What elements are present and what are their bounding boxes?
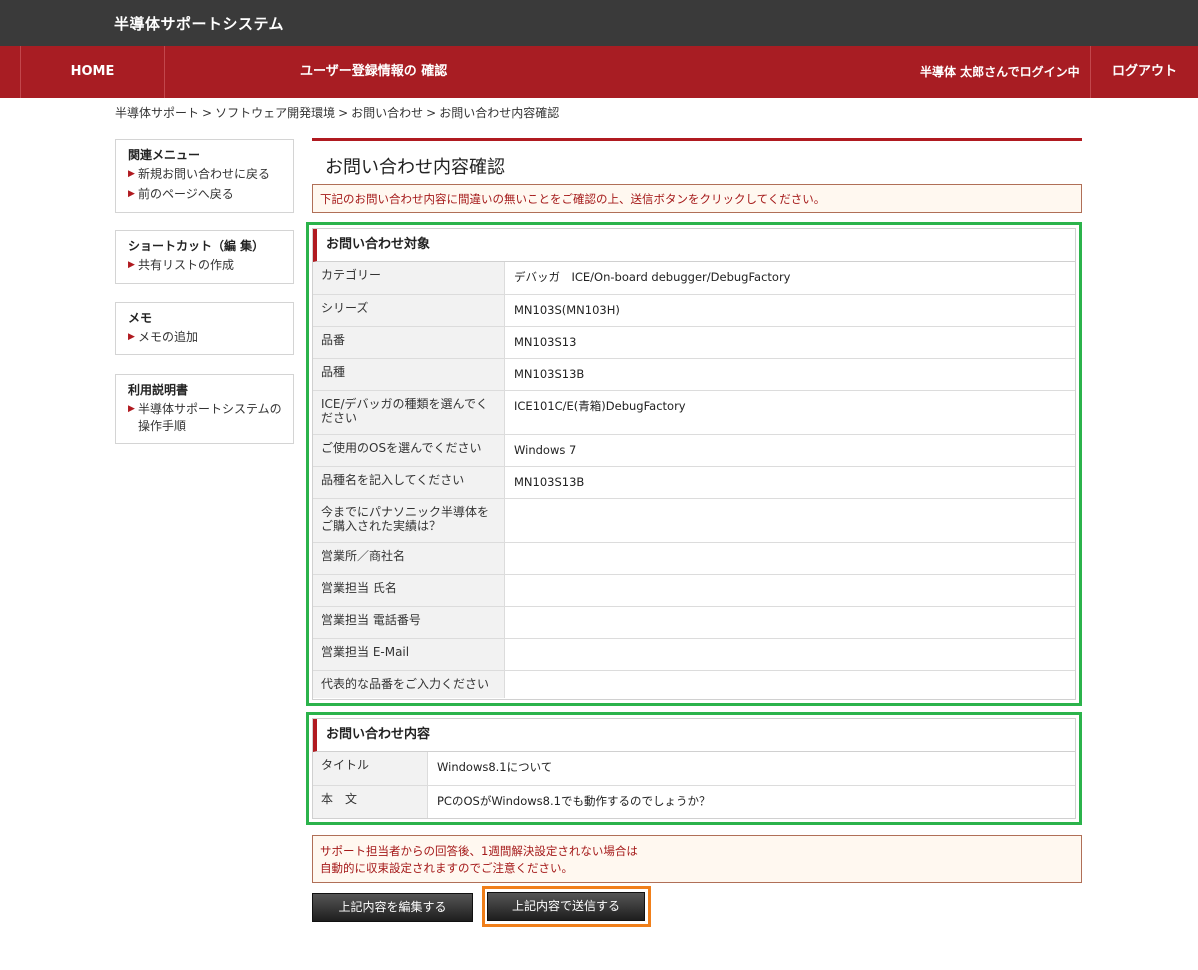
sidebar-related-menu: 関連メニュー ▶ 新規お問い合わせに戻る ▶ 前のページへ戻る xyxy=(115,139,294,213)
inquiry-target-section: お問い合わせ対象 カテゴリー デバッガ ICE/On-board debugge… xyxy=(312,228,1076,700)
operation-manual-link[interactable]: ▶ 半導体サポートシステムの操作手順 xyxy=(128,401,283,435)
row-label: 本 文 xyxy=(313,786,428,818)
row-value xyxy=(505,499,523,542)
table-row: 営業担当 E-Mail xyxy=(313,638,1075,670)
manual-title: 利用説明書 xyxy=(128,383,189,397)
row-label: ご使用のOSを選んでください xyxy=(313,435,505,466)
breadcrumb: 半導体サポート > ソフトウェア開発環境 > お問い合わせ > お問い合わせ内容確認 xyxy=(115,104,559,121)
table-row: 本 文 PCのOSがWindows8.1でも動作するのでしょうか？ xyxy=(313,785,1075,818)
memo-title: メモ xyxy=(128,311,153,325)
add-memo-link[interactable]: ▶ メモの追加 xyxy=(128,329,283,346)
logout-link[interactable]: ログアウト xyxy=(1090,46,1198,98)
back-to-new-inquiry-link[interactable]: ▶ 新規お問い合わせに戻る xyxy=(128,166,283,183)
row-value: MN103S13B xyxy=(514,475,585,489)
table-row: 営業所／商社名 xyxy=(313,542,1075,574)
login-status: 半導体 太郎さんでログイン中 xyxy=(920,65,1080,79)
table-row: 品種名を記入してください MN103S13B xyxy=(313,466,1075,498)
inquiry-content-section: お問い合わせ内容 タイトル Windows8.1について 本 文 PCのOSがW… xyxy=(312,718,1076,819)
row-label: 営業担当 電話番号 xyxy=(313,607,505,638)
confirm-notice: 下記のお問い合わせ内容に間違いの無いことをご確認の上、送信ボタンをクリックしてく… xyxy=(312,184,1082,213)
table-row: 代表的な品番をご入力ください xyxy=(313,670,1075,698)
breadcrumb-separator: > xyxy=(338,106,349,120)
row-value xyxy=(505,607,523,638)
inquiry-target-heading: お問い合わせ対象 xyxy=(313,229,1075,262)
auto-close-notice: サポート担当者からの回答後、1週間解決設定されない場合は 自動的に収束設定されま… xyxy=(312,835,1082,883)
table-row: 品種 MN103S13B xyxy=(313,358,1075,390)
breadcrumb-current: お問い合わせ内容確認 xyxy=(439,106,560,120)
row-label: 品種 xyxy=(313,359,505,390)
row-value: MN103S(MN103H) xyxy=(514,303,620,317)
table-row: シリーズ MN103S(MN103H) xyxy=(313,294,1075,326)
row-label: シリーズ xyxy=(313,295,505,326)
row-value xyxy=(505,543,523,574)
row-label: 営業担当 E-Mail xyxy=(313,639,505,670)
row-value: ICE101C/E(青箱)DebugFactory xyxy=(514,399,686,413)
row-value: PCのOSがWindows8.1でも動作するのでしょうか？ xyxy=(437,794,711,808)
arrow-right-icon: ▶ xyxy=(128,260,135,270)
table-row: 今までにパナソニック半導体をご購入された実績は？ xyxy=(313,498,1075,542)
arrow-right-icon: ▶ xyxy=(128,332,135,342)
inquiry-content-heading: お問い合わせ内容 xyxy=(313,719,1075,752)
arrow-right-icon: ▶ xyxy=(128,404,135,414)
table-row: タイトル Windows8.1について xyxy=(313,752,1075,785)
edit-button[interactable]: 上記内容を編集する xyxy=(312,893,473,922)
page-title: お問い合わせ内容確認 xyxy=(325,157,505,178)
row-value xyxy=(505,671,523,698)
table-row: カテゴリー デバッガ ICE/On-board debugger/DebugFa… xyxy=(313,262,1075,294)
row-value: Windows 7 xyxy=(514,443,577,457)
table-row: 営業担当 電話番号 xyxy=(313,606,1075,638)
app-header: 半導体サポートシステム xyxy=(0,0,1198,46)
row-label: 品番 xyxy=(313,327,505,358)
shortcut-title: ショートカット（編 集） xyxy=(128,239,265,253)
create-shared-list-link[interactable]: ▶ 共有リストの作成 xyxy=(128,257,283,274)
breadcrumb-item[interactable]: 半導体サポート xyxy=(115,106,199,120)
related-menu-title: 関連メニュー xyxy=(128,148,201,162)
notice-line: サポート担当者からの回答後、1週間解決設定されない場合は xyxy=(320,844,638,858)
row-label: 代表的な品番をご入力ください xyxy=(313,671,505,698)
row-label: 今までにパナソニック半導体をご購入された実績は？ xyxy=(313,499,505,542)
breadcrumb-item[interactable]: お問い合わせ xyxy=(351,106,423,120)
breadcrumb-separator: > xyxy=(202,106,213,120)
previous-page-link[interactable]: ▶ 前のページへ戻る xyxy=(128,186,283,203)
notice-line: 自動的に収束設定されますのでご注意ください。 xyxy=(320,861,573,875)
row-label: 営業担当 氏名 xyxy=(313,575,505,606)
row-value: Windows8.1について xyxy=(437,760,553,774)
table-row: ICE/デバッガの種類を選んでください ICE101C/E(青箱)DebugFa… xyxy=(313,390,1075,434)
table-row: 品番 MN103S13 xyxy=(313,326,1075,358)
row-label: ICE/デバッガの種類を選んでください xyxy=(313,391,505,434)
breadcrumb-item[interactable]: ソフトウェア開発環境 xyxy=(215,106,335,120)
row-label: カテゴリー xyxy=(313,262,505,294)
send-button[interactable]: 上記内容で送信する xyxy=(487,892,645,921)
sidebar-manual: 利用説明書 ▶ 半導体サポートシステムの操作手順 xyxy=(115,374,294,444)
table-row: ご使用のOSを選んでください Windows 7 xyxy=(313,434,1075,466)
app-title: 半導体サポートシステム xyxy=(114,15,285,33)
nav-page-heading: ユーザー登録情報の 確認 xyxy=(300,64,448,79)
row-value xyxy=(505,575,523,606)
arrow-right-icon: ▶ xyxy=(128,169,135,179)
row-value: MN103S13 xyxy=(514,335,577,349)
home-link[interactable]: HOME xyxy=(20,46,165,98)
sidebar-shortcut: ショートカット（編 集） ▶ 共有リストの作成 xyxy=(115,230,294,284)
row-label: 品種名を記入してください xyxy=(313,467,505,498)
breadcrumb-separator: > xyxy=(426,106,437,120)
arrow-right-icon: ▶ xyxy=(128,189,135,199)
row-label: タイトル xyxy=(313,752,428,785)
main-nav: HOME ユーザー登録情報の 確認 半導体 太郎さんでログイン中 ログアウト xyxy=(0,46,1198,98)
table-row: 営業担当 氏名 xyxy=(313,574,1075,606)
row-value: デバッガ ICE/On-board debugger/DebugFactory xyxy=(514,270,791,284)
row-value xyxy=(505,639,523,670)
sidebar-memo: メモ ▶ メモの追加 xyxy=(115,302,294,355)
row-label: 営業所／商社名 xyxy=(313,543,505,574)
row-value: MN103S13B xyxy=(514,367,585,381)
title-accent-line xyxy=(312,138,1082,141)
